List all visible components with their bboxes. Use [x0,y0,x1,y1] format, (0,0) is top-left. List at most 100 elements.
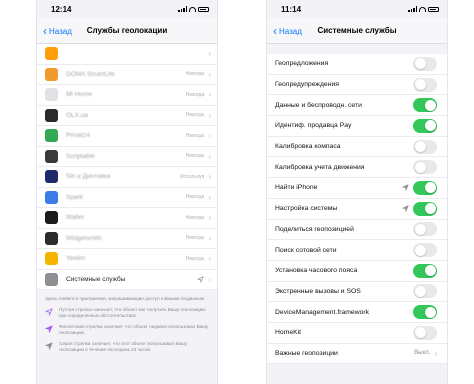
status-time: 12:14 [51,4,72,14]
permission-value: Никогда [185,235,205,242]
toggle-switch[interactable] [413,139,437,154]
system-services-list: Геопредложения Геопредупреждения Данные и … [267,54,447,365]
arrow-legend: Пустая стрелка означает, что объект мог … [37,302,217,353]
app-row[interactable]: DOMA SmartLife Никогда › [37,65,217,85]
app-row[interactable]: Privat24 Никогда › [37,126,217,147]
service-value: Выкл. [414,350,431,357]
permission-value: Никогда [185,132,205,139]
chevron-left-icon: ‹ [273,24,277,38]
system-service-row: DeviceManagement.framework [267,302,447,323]
service-name: Калибровка компаса [275,143,341,151]
toggle-switch[interactable] [413,56,437,71]
system-service-row: Найти iPhone [267,178,447,199]
app-name: Siri и Диктовка [66,173,111,181]
app-icon [45,252,58,266]
system-service-row: Установка часового пояса [267,261,447,282]
system-services-screen: 11:14 ‹ Назад Системные службы Геопредло… [266,0,448,384]
legend-text: Серая стрелка означает, что этот объект … [59,341,188,352]
chevron-right-icon: › [208,213,211,223]
system-service-row: Экстренные вызовы и SOS [267,282,447,303]
toggle-switch[interactable] [413,77,437,92]
legend-item: Фиолетовая стрелка означает, что объект … [37,319,217,336]
toggle-switch[interactable] [413,243,437,258]
legend-item: Пустая стрелка означает, что объект мог … [37,302,217,319]
chevron-left-icon: ‹ [43,24,47,38]
legend-text: Пустая стрелка означает, что объект мог … [59,307,206,318]
permission-value: Никогда [185,91,205,98]
nav-bar: ‹ Назад Службы геолокации [37,18,217,44]
permission-value: Никогда [185,214,205,221]
chevron-right-icon: › [208,172,211,182]
footnote: Здесь появятся приложения, запрашивающие… [45,296,206,301]
toggle-switch[interactable] [413,222,437,237]
toggle-switch[interactable] [413,284,437,299]
service-label: Важные геопозиции [275,349,338,357]
toggle-switch[interactable] [413,160,437,175]
app-row[interactable]: Mi Home Никогда › [37,85,217,106]
app-icon [45,47,58,61]
app-row[interactable]: Siri и Диктовка Используя › [37,167,217,188]
chevron-right-icon: › [208,131,211,141]
app-row[interactable]: › [37,44,217,65]
service-label: Настройка системы [275,205,402,212]
toggle-switch[interactable] [413,118,437,133]
system-service-row: HomeKit [267,323,447,344]
wifi-icon [419,6,426,12]
service-label: Геопредупреждения [275,81,413,88]
app-row[interactable]: OLX.ua Никогда › [37,106,217,126]
status-time: 11:14 [281,4,302,14]
toggle-switch[interactable] [413,305,437,320]
toggle-switch[interactable] [413,98,437,113]
signal-icon [178,6,187,12]
location-arrow-icon [402,205,409,212]
toggle-switch[interactable] [413,325,437,340]
signal-icon [408,6,417,12]
chevron-right-icon: › [208,90,211,100]
status-bar: 12:14 [37,0,217,18]
system-service-row: Идентиф. продавца Pay [267,116,447,137]
service-name: Данные и беспроводн. сети [275,101,362,109]
toggle-switch[interactable] [413,180,437,195]
app-icon [45,231,58,245]
service-name: Настройка системы [275,205,338,213]
toggle-switch[interactable] [413,201,437,216]
service-label: DeviceManagement.framework [275,309,413,316]
permission-value: Никогда [185,112,205,119]
service-label: Данные и беспроводн. сети [275,102,413,109]
service-name: Поиск сотовой сети [275,246,337,254]
app-name: Spark [66,193,83,201]
app-name: Yeelim [66,255,86,263]
page-title: Службы геолокации [86,26,168,35]
service-name: Установка часового пояса [275,267,358,275]
app-row[interactable]: Yeelim Никогда › [37,249,217,270]
app-name: Wallet [66,214,84,222]
app-icon [45,272,58,286]
service-label: Найти iPhone [275,184,402,191]
important-locations-row[interactable]: Важные геопозиции Выкл. › [267,344,447,365]
back-label: Назад [279,26,302,36]
chevron-right-icon: › [208,49,211,59]
service-label: Калибровка учета движения [275,164,413,171]
battery-icon [198,6,209,12]
app-row[interactable]: Scriptable Никогда › [37,147,217,167]
legend-text: Фиолетовая стрелка означает, что объект … [59,324,209,335]
app-row[interactable]: Системные службы › [37,270,217,290]
toggle-switch[interactable] [413,263,437,278]
back-button[interactable]: ‹ Назад [273,18,302,44]
app-row[interactable]: Widgetsmith Никогда › [37,229,217,249]
system-service-row: Геопредложения [267,54,447,75]
service-name: DeviceManagement.framework [275,308,370,316]
service-label: Установка часового пояса [275,267,413,274]
app-row[interactable]: Wallet Никогда › [37,208,217,229]
service-name: Найти iPhone [275,184,318,192]
service-label: Экстренные вызовы и SOS [275,288,413,295]
system-service-row: Поделиться геопозицией [267,220,447,241]
system-service-row: Калибровка компаса [267,137,447,158]
app-name: DOMA SmartLife [66,70,115,78]
service-name: Поделиться геопозицией [275,225,354,233]
app-name: Системные службы [66,275,126,283]
app-icon [45,211,58,225]
app-row[interactable]: Spark Никогда › [37,188,217,208]
location-arrow-icon [197,276,204,283]
back-button[interactable]: ‹ Назад [43,18,72,44]
